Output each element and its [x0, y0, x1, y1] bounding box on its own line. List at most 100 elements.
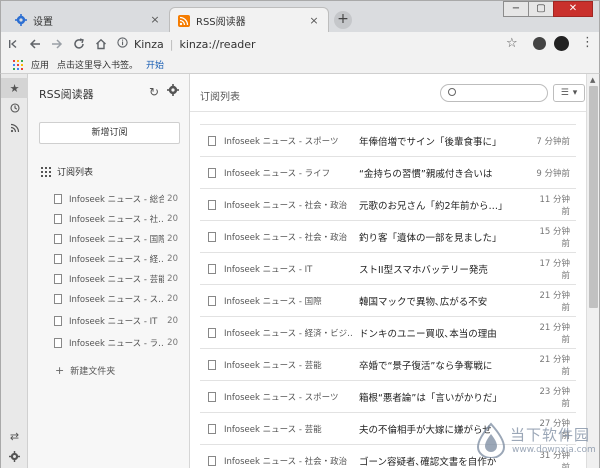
back-icon[interactable]: [25, 34, 45, 54]
article-row[interactable]: Infoseek ニュース - 芸能 卒婚で“景子復活”なら争奪戦に 21 分钟前: [200, 349, 576, 381]
rss-sidebar: RSS阅读器 ↻ 新增订阅 订阅列表 Infoseek ニュース - 総合 20 …: [28, 74, 190, 468]
info-icon[interactable]: [117, 37, 128, 51]
window-controls: − ▢ ✕: [503, 1, 593, 17]
star-icon[interactable]: ★: [1, 78, 28, 98]
article-row[interactable]: Infoseek ニュース - スポーツ 箱根“悪者論”は「言いがかりだ」 23 分…: [200, 381, 576, 413]
tab-label: RSS阅读器: [196, 17, 246, 28]
reload-icon[interactable]: [69, 34, 89, 54]
article-file-icon: [208, 135, 216, 146]
sidebar-feed-item[interactable]: Infoseek ニュース - 経… 20: [54, 250, 178, 268]
grid-icon: [41, 166, 51, 177]
site-name: Kinza: [134, 37, 164, 51]
gear-icon: [15, 14, 27, 26]
url-text: kinza://reader: [179, 37, 256, 51]
sidebar-title: RSS阅读器: [39, 88, 94, 101]
tab-label: 设置: [33, 16, 53, 28]
subscription-list-label: 订阅列表: [57, 168, 94, 178]
article-file-icon: [208, 391, 216, 402]
article-pane: 订阅列表 ☰ ▾ Infoseek ニュース - スポーツ 年俸倍増でサイン「後輩…: [190, 74, 586, 468]
article-file-icon: [208, 167, 216, 178]
subscription-list-header[interactable]: 订阅列表: [41, 165, 93, 178]
feed-file-icon: [54, 338, 62, 348]
tab-rss-reader[interactable]: RSS阅读器 ×: [169, 7, 329, 33]
article-file-icon: [208, 231, 216, 242]
scroll-thumb[interactable]: [589, 86, 598, 308]
sidebar-feed-item[interactable]: Infoseek ニュース - ス… 20: [54, 290, 178, 308]
article-file-icon: [208, 455, 216, 466]
address-bar[interactable]: Kinza | kinza://reader: [117, 34, 527, 54]
plus-icon: +: [55, 364, 65, 377]
feed-file-icon: [54, 234, 62, 244]
bookmarks-bar: 应用 点击这里导入书签。 开始: [0, 56, 600, 74]
new-folder-label: 新建文件夹: [70, 367, 116, 377]
maximize-button[interactable]: ▢: [528, 1, 554, 17]
gear-icon[interactable]: [167, 84, 179, 99]
article-row[interactable]: Infoseek ニュース - 芸能 夫の不倫相手が大嫁に嫌がらせ 27 分钟前: [200, 413, 576, 445]
swap-icon[interactable]: ⇄: [1, 426, 28, 446]
search-box[interactable]: [440, 84, 548, 102]
article-row[interactable]: Infoseek ニュース - スポーツ 年俸倍増でサイン「後輩食事に」 7 分钟前: [200, 125, 576, 157]
address-separator: |: [169, 37, 174, 51]
rss-icon: [178, 14, 190, 27]
search-icon: [448, 88, 456, 96]
sidebar-feed-item[interactable]: Infoseek ニュース - 総合 20: [54, 190, 178, 208]
sidebar-feed-item[interactable]: Infoseek ニュース - 国際 20: [54, 230, 178, 248]
minimize-button[interactable]: −: [503, 1, 529, 17]
article-file-icon: [208, 263, 216, 274]
bookmark-star-icon[interactable]: ☆: [506, 36, 518, 51]
chevron-down-icon: ▾: [572, 88, 578, 98]
sidebar-feed-item[interactable]: Infoseek ニュース - 芸能 20: [54, 270, 178, 288]
article-file-icon: [208, 327, 216, 338]
kinza-extension-icon[interactable]: [554, 36, 569, 51]
scroll-up-arrow-icon[interactable]: ▲: [590, 76, 595, 84]
article-row[interactable]: Infoseek ニュース - ライフ “金持ちの習慣”親戚付き合いは 9 分钟前: [200, 157, 576, 189]
rss-feed-icon[interactable]: [1, 118, 28, 138]
tab-list-icon[interactable]: [3, 34, 23, 54]
sidebar-feed-item[interactable]: Infoseek ニュース - 社… 20: [54, 210, 178, 228]
article-row[interactable]: Infoseek ニュース - 社会・政治 ゴーン容疑者､確認文書を自作か 31 分…: [200, 445, 576, 468]
refresh-icon[interactable]: ↻: [149, 85, 159, 99]
start-link[interactable]: 开始: [146, 58, 164, 71]
article-row[interactable]: Infoseek ニュース - 国際 韓国マックで異物､広がる不安 21 分钟前: [200, 285, 576, 317]
profile-icon[interactable]: [533, 37, 546, 50]
article-file-icon: [208, 359, 216, 370]
feed-file-icon: [54, 214, 62, 224]
article-row[interactable]: Infoseek ニュース - IT ストII型スマホバッテリー発売 17 分钟前: [200, 253, 576, 285]
vertical-scrollbar[interactable]: ▲: [586, 74, 600, 468]
tab-settings[interactable]: 设置 ×: [7, 7, 169, 33]
close-window-button[interactable]: ✕: [553, 1, 593, 17]
feed-file-icon: [54, 274, 62, 284]
side-panel-bar: ★ ⇄: [0, 74, 28, 468]
history-icon[interactable]: [1, 98, 28, 118]
sidebar-feed-item[interactable]: Infoseek ニュース - ラ… 20: [54, 334, 178, 352]
settings-gear-icon[interactable]: [1, 446, 28, 466]
new-tab-button[interactable]: +: [334, 11, 352, 29]
feed-file-icon: [54, 316, 62, 326]
article-file-icon: [208, 295, 216, 306]
article-row[interactable]: Infoseek ニュース - 経済・ビジ… ドンキのユニー買収､本当の理由 21 …: [200, 317, 576, 349]
view-mode-dropdown[interactable]: ☰ ▾: [553, 84, 585, 102]
article-row[interactable]: Infoseek ニュース - 社会・政治 釣り客「遺体の一部を見ました」 15 分…: [200, 221, 576, 253]
list-view-icon: ☰: [560, 88, 569, 98]
new-subscription-button[interactable]: 新增订阅: [39, 122, 180, 144]
article-pane-header: 订阅列表 ☰ ▾: [190, 74, 586, 112]
menu-dots-icon[interactable]: ⋮: [581, 35, 594, 50]
apps-link[interactable]: 应用: [31, 58, 49, 71]
feed-file-icon: [54, 194, 62, 204]
article-file-icon: [208, 199, 216, 210]
tab-close-button[interactable]: ×: [149, 14, 161, 26]
new-folder-button[interactable]: + 新建文件夹: [55, 364, 115, 377]
tab-close-button[interactable]: ×: [308, 14, 320, 27]
import-bookmarks-hint[interactable]: 点击这里导入书签。: [57, 58, 138, 71]
sidebar-feed-item[interactable]: Infoseek ニュース - IT 20: [54, 312, 178, 330]
article-row[interactable]: Infoseek ニュース - 社会・政治 元歌のお兄さん「約2年前から…」 11 …: [200, 189, 576, 221]
article-list: Infoseek ニュース - スポーツ 年俸倍増でサイン「後輩食事に」 7 分钟前…: [200, 124, 576, 468]
feed-file-icon: [54, 294, 62, 304]
article-file-icon: [208, 423, 216, 434]
search-input[interactable]: [459, 87, 543, 100]
apps-grid-icon[interactable]: [13, 59, 23, 70]
forward-icon[interactable]: [47, 34, 67, 54]
tab-strip: 设置 × RSS阅读器 × + − ▢ ✕: [0, 0, 600, 33]
toolbar: Kinza | kinza://reader ☆ ⋮: [0, 32, 600, 56]
home-icon[interactable]: [91, 34, 111, 54]
